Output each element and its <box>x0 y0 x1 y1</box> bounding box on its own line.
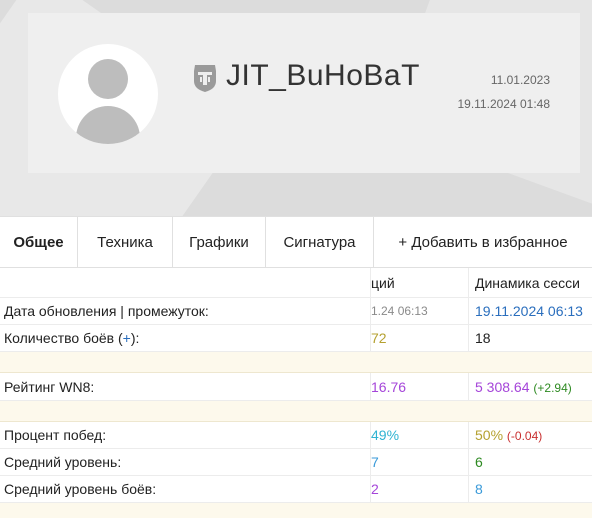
column-header-dynamics: Динамика сесси <box>468 268 592 298</box>
table-header-row: ций Динамика сесси <box>0 268 592 298</box>
row-delta: (-0.04) <box>506 429 543 443</box>
row-value: 72 <box>371 330 387 346</box>
row-dynamic-value: 6 <box>468 449 592 476</box>
row-delta: (+2.94) <box>533 381 572 395</box>
row-value: 16.76 <box>371 379 407 395</box>
column-header-session: ций <box>370 268 468 298</box>
tab-general[interactable]: Общее <box>0 217 78 267</box>
row-label-winrate: Процент побед: <box>4 427 107 443</box>
table-spacer <box>0 503 592 518</box>
row-label-avg-battle-tier: Средний уровень боёв: <box>4 481 157 497</box>
table-spacer <box>0 401 592 422</box>
row-value: 49% <box>371 427 400 443</box>
table-row: Средний уровень: 7 6 <box>0 449 592 476</box>
row-dynamic-value: 8 <box>468 476 592 503</box>
tab-vehicles[interactable]: Техника <box>78 217 173 267</box>
battles-details-link[interactable]: + <box>123 330 131 346</box>
row-label-update-date: Дата обновления | промежуток: <box>4 303 209 319</box>
row-dynamic-value: 19.11.2024 06:13 <box>468 298 592 325</box>
row-dynamic-value: 5 308.64 <box>475 379 530 395</box>
table-row: Процент побед: 49% 50% (-0.04) <box>0 422 592 450</box>
profile-card: JIT_BuHoBaT 11.01.2023 19.11.2024 01:48 <box>28 13 580 173</box>
player-nickname: JIT_BuHoBaT <box>226 59 420 92</box>
row-value: 7 <box>371 454 379 470</box>
account-created-date: 11.01.2023 <box>490 73 550 87</box>
table-row: Дата обновления | промежуток: 1.24 06:13… <box>0 298 592 325</box>
table-spacer <box>0 352 592 373</box>
table-row: Рейтинг WN8: 16.76 5 308.64 (+2.94) <box>0 373 592 402</box>
table-row: Средний уровень боёв: 2 8 <box>0 476 592 503</box>
row-dynamic-value: 18 <box>468 325 592 352</box>
row-dynamic-value: 50% <box>475 427 504 443</box>
table-row: Количество боёв (+): 72 18 <box>0 325 592 352</box>
tab-signature[interactable]: Сигнатура <box>266 217 374 267</box>
user-silhouette-icon <box>88 59 128 99</box>
last-updated-datetime: 19.11.2024 01:48 <box>457 97 550 111</box>
wot-tank-logo-icon <box>194 65 216 92</box>
avatar <box>58 44 158 144</box>
row-value: 1.24 06:13 <box>371 304 428 318</box>
row-value: 2 <box>371 481 379 497</box>
stats-table: ций Динамика сесси Дата обновления | про… <box>0 268 592 518</box>
row-label-battles: Количество боёв (+): <box>4 330 140 346</box>
add-to-favorites-button[interactable]: + Добавить в избранное <box>374 217 592 267</box>
profile-tabs: Общее Техника Графики Сигнатура + Добави… <box>0 216 592 268</box>
tab-graphs[interactable]: Графики <box>173 217 266 267</box>
row-label-avg-tier: Средний уровень: <box>4 454 122 470</box>
row-label-wn8: Рейтинг WN8: <box>4 379 95 395</box>
